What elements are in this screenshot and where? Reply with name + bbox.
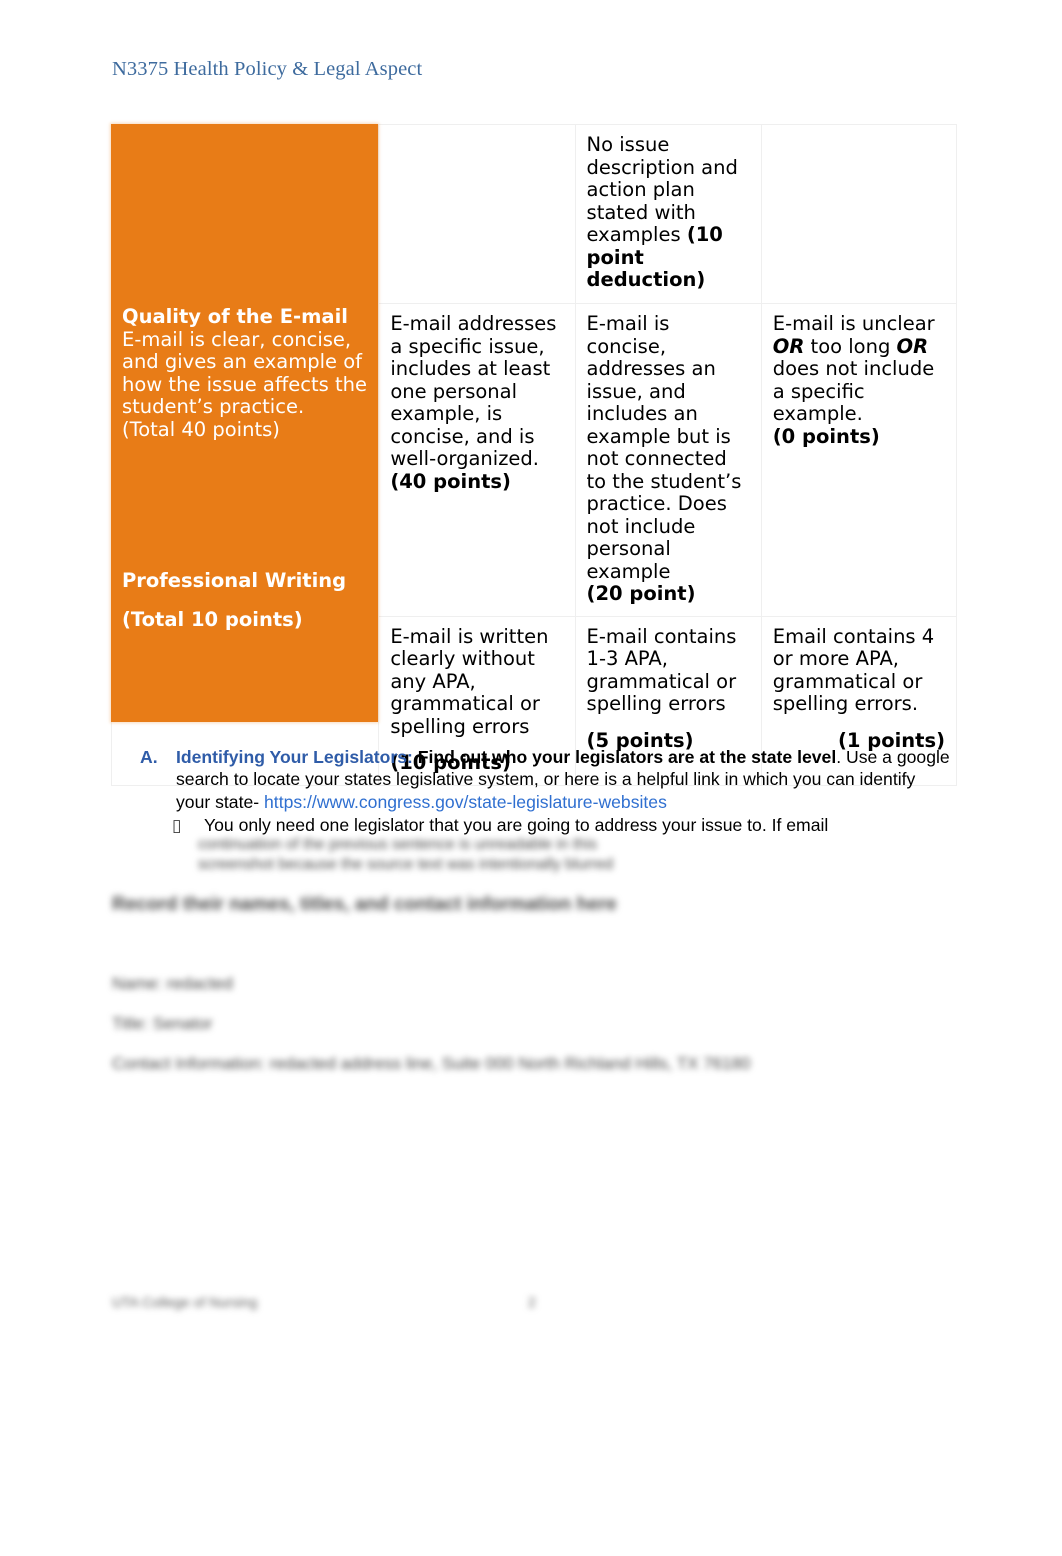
assignment-outline: A. Identifying Your Legislators: Find out…	[140, 746, 952, 836]
redacted-footer-text: UTA College of Nursing	[112, 1294, 258, 1310]
quality-excellent-points: (40 points)	[390, 469, 511, 493]
criteria-writing-title: Professional Writing	[122, 569, 347, 592]
cell-deduction: No issue description and action plan sta…	[574, 124, 762, 304]
list-item-a-sub-bullet: ▯ You only need one legislator that you a…	[140, 814, 952, 836]
list-item-a-lead: Identifying Your Legislators:	[176, 747, 413, 767]
redacted-name-line: Name: redacted	[112, 974, 233, 993]
quality-partial-points: (20 point)	[586, 582, 696, 606]
redacted-page-number: 2	[528, 1294, 536, 1310]
redacted-section-heading: Record their names, titles, and contact …	[112, 894, 617, 915]
writing-excellent-text: E-mail is written clearly without any AP…	[390, 624, 549, 738]
cell-quality-none: E-mail is unclear OR too long OR does no…	[760, 303, 958, 617]
cell-d-empty	[760, 124, 958, 304]
criteria-quality-body: E-mail is clear, concise, and gives an e…	[122, 327, 368, 419]
writing-poor-text: Email contains 4 or more APA, grammatica…	[772, 624, 935, 716]
cell-quality-partial: E-mail is concise, addresses an issue, a…	[574, 303, 762, 617]
quality-excellent-text: E-mail addresses a specific issue, inclu…	[390, 312, 557, 471]
document-running-header: N3375 Health Policy & Legal Aspect	[112, 58, 423, 80]
quality-none-or-2: OR	[896, 334, 929, 358]
quality-partial-text: E-mail is concise, addresses an issue, a…	[586, 312, 742, 583]
redacted-text-line: continuation of the previous sentence is…	[198, 836, 597, 853]
cell-quality-excellent: E-mail addresses a specific issue, inclu…	[378, 303, 576, 617]
missing-glyph-bullet-icon: ▯	[172, 815, 182, 835]
quality-none-points: (0 points)	[772, 424, 880, 448]
criteria-professional-writing: Professional Writing (Total 10 points)	[122, 569, 370, 631]
redacted-text-line: screenshot because the source text was i…	[198, 856, 614, 873]
list-marker-a: A.	[140, 747, 158, 767]
quality-none-text-2: too long	[804, 334, 897, 358]
redacted-title-line: Title: Senator	[112, 1014, 213, 1033]
cell-b-empty	[378, 124, 576, 304]
redacted-contact-line: Contact Information: redacted address li…	[112, 1054, 751, 1073]
writing-partial-text: E-mail contains 1-3 APA, grammatical or …	[586, 624, 737, 716]
list-item-a: A. Identifying Your Legislators: Find out…	[140, 746, 952, 813]
quality-none-text-1: E-mail is unclear	[772, 312, 935, 335]
list-item-a-bold-clause: Find out who your legislators are at the…	[417, 747, 837, 767]
congress-state-legislature-link[interactable]: https://www.congress.gov/state-legislatu…	[264, 792, 667, 812]
criteria-quality-total: (Total 40 points)	[122, 417, 280, 441]
criteria-writing-total: (Total 10 points)	[122, 607, 303, 631]
quality-none-or-1: OR	[772, 334, 805, 358]
list-item-a-sub-text: You only need one legislator that you ar…	[204, 814, 829, 835]
criteria-quality-title: Quality of the E-mail	[122, 305, 348, 328]
criteria-quality-of-email: Quality of the E-mail E-mail is clear, c…	[122, 305, 370, 441]
quality-none-text-3: does not include a specific example.	[772, 357, 935, 426]
